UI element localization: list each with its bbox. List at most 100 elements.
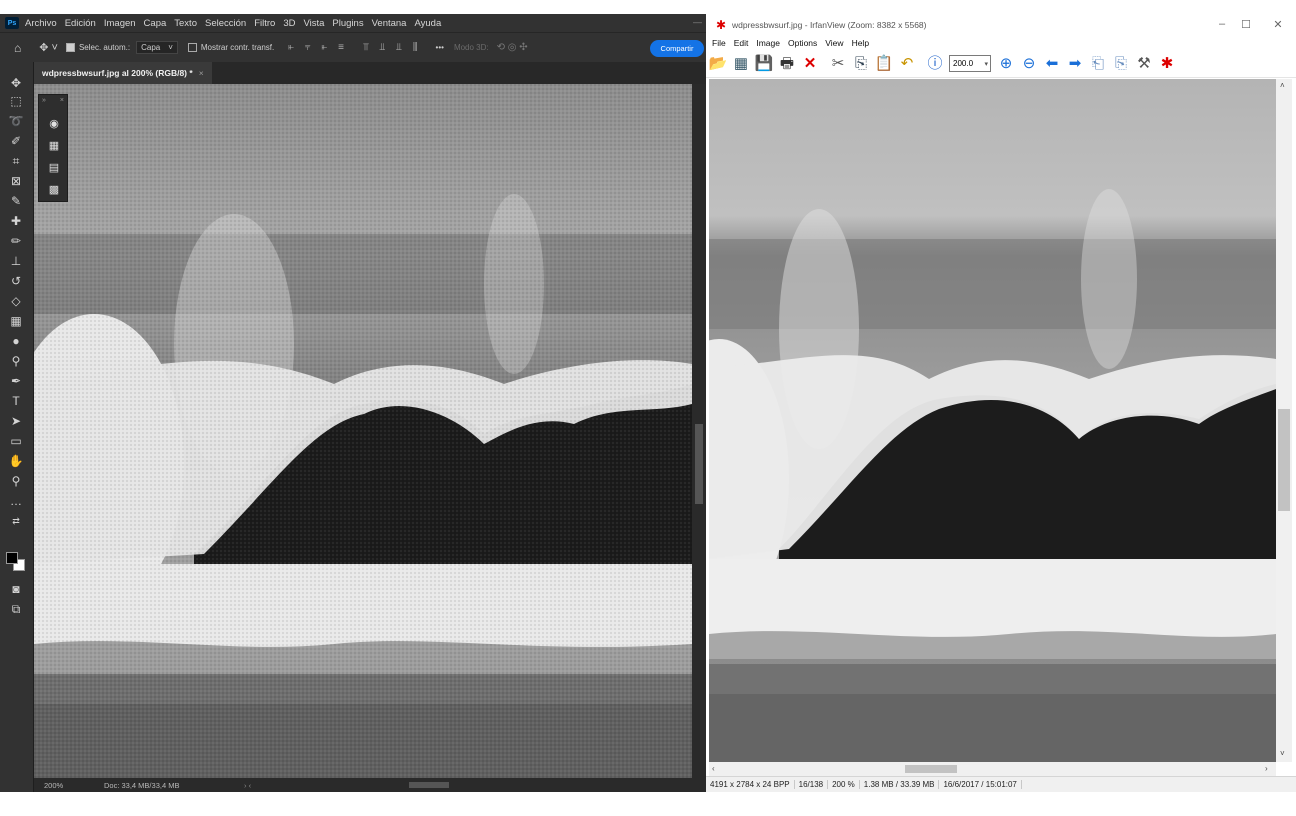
iv-image-view[interactable] <box>709 79 1276 762</box>
ps-zoom-level[interactable]: 200% <box>44 781 104 790</box>
scroll-right-icon[interactable]: › <box>1265 764 1268 773</box>
minimize-icon[interactable]: — <box>693 17 702 27</box>
align-top-icon[interactable]: ⫪ <box>363 42 369 53</box>
swatches-icon[interactable]: ▦ <box>46 139 62 153</box>
exit-icon[interactable]: ✱ <box>1156 53 1178 75</box>
eyedropper-tool-icon[interactable]: ✎ <box>4 192 28 210</box>
ps-doc-size[interactable]: Doc: 33,4 MB/33,4 MB <box>104 781 244 790</box>
color-palette-icon[interactable]: ◉ <box>46 117 62 131</box>
iv-vertical-scrollbar[interactable]: ˄ ˅ <box>1276 79 1292 762</box>
marquee-tool-icon[interactable]: ⬚ <box>4 92 28 110</box>
eraser-tool-icon[interactable]: ◇ <box>4 292 28 310</box>
zoom-combobox[interactable]: 200.0 ▾ <box>949 55 991 72</box>
foreground-color-swatch[interactable] <box>6 552 18 564</box>
align-bottom-icon[interactable]: ⫫ <box>396 42 402 53</box>
menu-imagen[interactable]: Imagen <box>104 18 136 29</box>
scroll-left-icon[interactable]: ‹ <box>712 764 715 773</box>
screen-mode-icon[interactable]: ⧉ <box>4 600 28 618</box>
ps-status-nav[interactable]: › ‹ <box>244 781 251 790</box>
minimize-button[interactable]: – <box>1212 18 1232 32</box>
menu-view[interactable]: View <box>825 38 843 48</box>
quick-select-tool-icon[interactable]: ✐ <box>4 132 28 150</box>
patterns-icon[interactable]: ▩ <box>46 183 62 197</box>
close-icon[interactable]: × <box>199 68 204 78</box>
quick-mask-icon[interactable]: ◙ <box>4 580 28 598</box>
rectangle-tool-icon[interactable]: ▭ <box>4 432 28 450</box>
expand-panel-icon[interactable]: » <box>42 97 46 104</box>
align-left-icon[interactable]: ⫦ <box>288 42 294 53</box>
ps-vertical-scrollbar[interactable] <box>692 84 706 778</box>
type-tool-icon[interactable]: T <box>4 392 28 410</box>
menu-filtro[interactable]: Filtro <box>254 18 275 29</box>
orbit-3d-icon[interactable]: ⟲ ◎ ✣ <box>497 42 528 53</box>
menu-texto[interactable]: Texto <box>174 18 197 29</box>
ps-document-canvas[interactable] <box>34 84 692 778</box>
menu-options[interactable]: Options <box>788 38 817 48</box>
move-tool-icon[interactable]: ✥ <box>4 74 28 92</box>
share-button[interactable]: Compartir <box>650 40 704 57</box>
stamp-tool-icon[interactable]: ⊥ <box>4 252 28 270</box>
swap-colors-icon[interactable]: ⇄ <box>4 512 28 530</box>
maximize-button[interactable]: ☐ <box>1236 18 1256 32</box>
menu-edicion[interactable]: Edición <box>65 18 96 29</box>
zoom-in-icon[interactable]: ⊕ <box>995 53 1017 75</box>
blur-tool-icon[interactable]: ● <box>4 332 28 350</box>
iv-horizontal-scrollbar[interactable]: ‹ › <box>709 762 1276 776</box>
align-center-icon[interactable]: ⫧ <box>305 42 311 53</box>
path-select-tool-icon[interactable]: ➤ <box>4 412 28 430</box>
align-middle-icon[interactable]: ⫫ <box>380 42 386 53</box>
brush-tool-icon[interactable]: ✏ <box>4 232 28 250</box>
menu-ayuda[interactable]: Ayuda <box>414 18 441 29</box>
menu-file[interactable]: File <box>712 38 726 48</box>
menu-capa[interactable]: Capa <box>144 18 167 29</box>
history-brush-tool-icon[interactable]: ↺ <box>4 272 28 290</box>
ps-horizontal-scroll-thumb[interactable] <box>409 782 449 788</box>
menu-archivo[interactable]: Archivo <box>25 18 57 29</box>
more-options-button[interactable]: ••• <box>436 43 444 52</box>
iv-vertical-scroll-thumb[interactable] <box>1278 409 1290 511</box>
menu-help[interactable]: Help <box>852 38 869 48</box>
pen-tool-icon[interactable]: ✒ <box>4 372 28 390</box>
ps-vertical-scroll-thumb[interactable] <box>695 424 703 504</box>
hand-tool-icon[interactable]: ✋ <box>4 452 28 470</box>
copy-icon[interactable]: ⎘ <box>850 53 872 75</box>
cut-icon[interactable]: ✂ <box>827 53 849 75</box>
edit-toolbar-icon[interactable]: … <box>4 492 28 510</box>
info-icon[interactable]: ⓘ <box>924 53 946 75</box>
menu-plugins[interactable]: Plugins <box>332 18 363 29</box>
undo-icon[interactable]: ↶ <box>896 53 918 75</box>
chevron-down-icon[interactable]: ▾ <box>984 60 988 68</box>
slideshow-icon[interactable]: ▦ <box>730 53 752 75</box>
menu-seleccion[interactable]: Selección <box>205 18 246 29</box>
transform-controls-checkbox[interactable]: Mostrar contr. transf. <box>187 43 274 52</box>
next-icon[interactable]: ➡ <box>1064 53 1086 75</box>
layer-select[interactable]: Capa ˅ <box>136 41 178 54</box>
scroll-up-icon[interactable]: ˄ <box>1280 81 1285 90</box>
last-page-icon[interactable]: ⎘ <box>1110 53 1132 75</box>
distribute-vertical-icon[interactable]: ⫼ <box>413 42 418 53</box>
save-icon[interactable]: 💾 <box>753 53 775 75</box>
menu-edit[interactable]: Edit <box>734 38 749 48</box>
settings-icon[interactable]: ⚒ <box>1133 53 1155 75</box>
zoom-out-icon[interactable]: ⊖ <box>1018 53 1040 75</box>
dodge-tool-icon[interactable]: ⚲ <box>4 352 28 370</box>
menu-3d[interactable]: 3D <box>283 18 295 29</box>
delete-icon[interactable]: ✕ <box>799 53 821 75</box>
scroll-down-icon[interactable]: ˅ <box>1280 749 1285 758</box>
gradient-tool-icon[interactable]: ▦ <box>4 312 28 330</box>
open-icon[interactable]: 📂 <box>707 53 729 75</box>
first-page-icon[interactable]: ⎗ <box>1087 53 1109 75</box>
menu-ventana[interactable]: Ventana <box>372 18 407 29</box>
home-icon[interactable]: ⌂ <box>14 41 21 55</box>
menu-vista[interactable]: Vista <box>303 18 324 29</box>
prev-icon[interactable]: ⬅ <box>1041 53 1063 75</box>
document-tab[interactable]: wdpressbwsurf.jpg al 200% (RGB/8) * × <box>34 62 212 84</box>
close-button[interactable]: ✕ <box>1268 18 1288 32</box>
zoom-tool-icon[interactable]: ⚲ <box>4 472 28 490</box>
gradients-icon[interactable]: ▤ <box>46 161 62 175</box>
crop-tool-icon[interactable]: ⌗ <box>4 152 28 170</box>
align-right-icon[interactable]: ⫦ <box>322 42 328 53</box>
iv-horizontal-scroll-thumb[interactable] <box>905 765 957 773</box>
paste-icon[interactable]: 📋 <box>873 53 895 75</box>
move-tool-options-icon[interactable]: ✥ ˅ <box>39 41 58 54</box>
